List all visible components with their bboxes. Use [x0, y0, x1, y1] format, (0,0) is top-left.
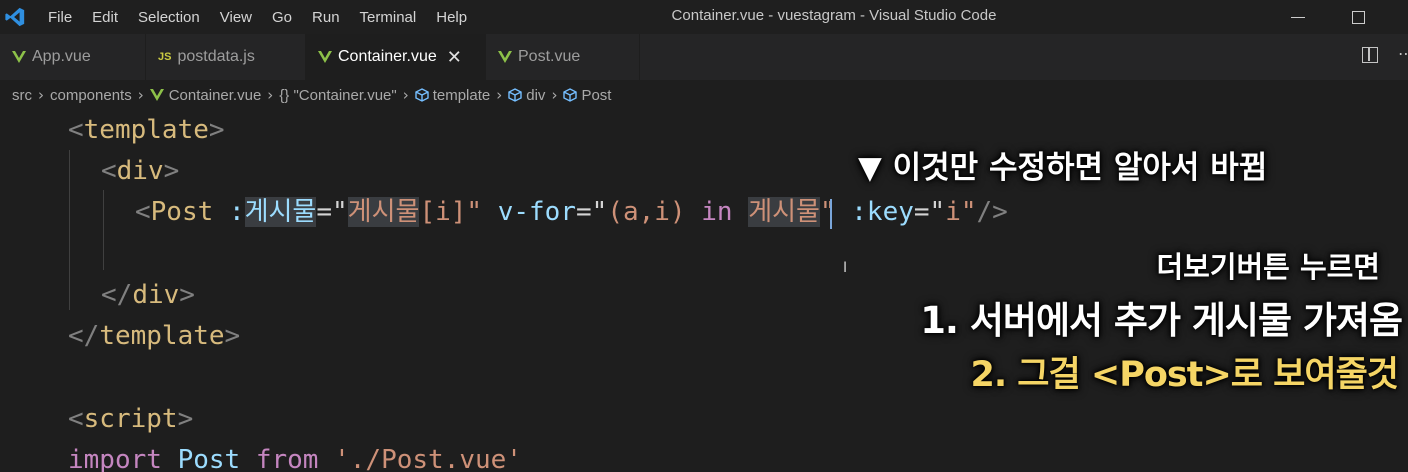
chevron-right-icon: ›	[551, 86, 558, 104]
breadcrumb-module[interactable]: {} "Container.vue"	[279, 87, 396, 104]
menu-edit[interactable]: Edit	[80, 9, 126, 26]
chevron-right-icon: ›	[402, 86, 409, 104]
tab-container-vue[interactable]: Container.vue ✕	[306, 34, 486, 80]
menu-terminal[interactable]: Terminal	[348, 9, 425, 26]
more-actions-icon[interactable]: ⋯	[1398, 44, 1408, 63]
close-icon[interactable]: ✕	[447, 47, 462, 68]
maximize-icon	[1351, 10, 1365, 24]
minimize-icon	[1291, 16, 1305, 18]
code-line-6: </template>	[68, 321, 241, 351]
ibeam-cursor-icon: I	[843, 260, 848, 276]
breadcrumb: src › components › Container.vue › {} "C…	[0, 80, 1408, 110]
symbol-cube-icon	[563, 88, 578, 102]
editor-tab-bar: App.vue JS postdata.js Container.vue ✕ P…	[0, 34, 1408, 80]
code-line-2: <div>	[101, 156, 180, 186]
tab-post-vue[interactable]: Post.vue	[486, 34, 640, 80]
caption-step-1: 1. 서버에서 추가 게시물 가져옴	[920, 299, 1403, 342]
breadcrumb-template[interactable]: template	[415, 86, 491, 104]
split-editor-icon[interactable]	[1362, 47, 1378, 63]
vscode-logo-icon	[5, 7, 25, 27]
menu-help[interactable]: Help	[424, 9, 475, 26]
symbol-cube-icon	[415, 88, 429, 102]
tab-app-vue[interactable]: App.vue	[0, 34, 146, 80]
title-bar: File Edit Selection View Go Run Terminal…	[0, 0, 1408, 34]
code-line-9: import Post from './Post.vue'	[68, 445, 522, 472]
js-icon: JS	[158, 51, 172, 63]
breadcrumb-components[interactable]: components	[50, 87, 132, 104]
text-cursor	[830, 199, 832, 229]
menu-run[interactable]: Run	[300, 9, 348, 26]
breadcrumb-file-label: Container.vue	[168, 86, 262, 104]
chevron-right-icon: ›	[267, 86, 274, 104]
menu-bar: File Edit Selection View Go Run Terminal…	[36, 0, 475, 34]
menu-file[interactable]: File	[36, 9, 80, 26]
breadcrumb-post-label: Post	[581, 86, 612, 104]
breadcrumb-div[interactable]: div	[508, 87, 545, 104]
breadcrumb-post[interactable]: Post	[563, 87, 611, 104]
tab-postdata-js[interactable]: JS postdata.js	[146, 34, 306, 80]
menu-view[interactable]: View	[208, 9, 260, 26]
code-line-1: <template>	[68, 115, 225, 145]
code-line-8: <script>	[68, 404, 194, 434]
indent-guide	[69, 150, 70, 310]
vue-icon	[318, 51, 332, 63]
vue-icon	[498, 51, 512, 63]
caption-more-button: 더보기버튼 누르면	[1156, 250, 1380, 284]
chevron-right-icon: ›	[496, 86, 503, 104]
symbol-cube-icon	[508, 88, 522, 102]
code-line-5: </div>	[101, 280, 195, 310]
tab-label: App.vue	[32, 48, 91, 65]
caption-step-2: 2. 그걸 <Post>로 보여줄것	[970, 355, 1399, 395]
chevron-right-icon: ›	[38, 86, 44, 104]
minimize-button[interactable]	[1268, 0, 1328, 34]
indent-guide	[103, 190, 104, 270]
caption-note: ▼ 이것만 수정하면 알아서 바뀜	[858, 150, 1268, 186]
breadcrumb-template-label: template	[432, 86, 491, 104]
tab-label: Container.vue	[338, 48, 437, 65]
tab-label: Post.vue	[518, 48, 581, 65]
vue-icon	[12, 51, 26, 63]
tab-label: postdata.js	[177, 48, 255, 65]
breadcrumb-div-label: div	[526, 86, 546, 104]
chevron-right-icon: ›	[137, 86, 144, 104]
breadcrumb-file[interactable]: Container.vue	[149, 86, 262, 104]
vue-icon	[149, 89, 164, 101]
breadcrumb-src[interactable]: src	[12, 87, 32, 104]
menu-go[interactable]: Go	[260, 9, 300, 26]
maximize-button[interactable]	[1328, 0, 1388, 34]
code-line-3: <Post :게시물="게시물[i]" v-for="(a,i) in 게시물"…	[135, 197, 1008, 227]
menu-selection[interactable]: Selection	[126, 9, 208, 26]
